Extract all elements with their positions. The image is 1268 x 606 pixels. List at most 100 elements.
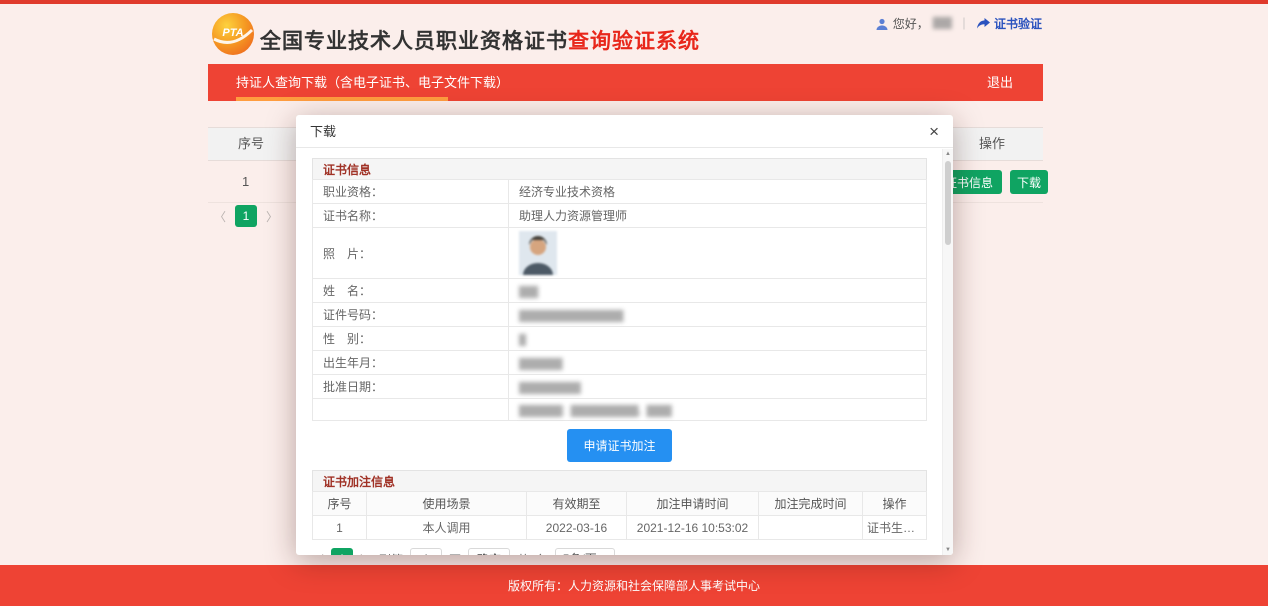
download-modal: 下载 × 证书信息 职业资格： 经济专业技术资格 证书名称： 助理人力资源管理师 [296,115,953,555]
table-row: 证件号码： █████████████████ [313,303,927,327]
table-row: 职业资格： 经济专业技术资格 [313,180,927,204]
pta-logo-icon: PTA [211,12,255,56]
redacted-value: █ [519,335,525,346]
top-accent-bar [0,0,1268,4]
column-complete-time: 加注完成时间 [759,492,863,516]
scroll-up-icon[interactable]: ▲ [943,151,953,157]
logout-button[interactable]: 退出 [987,64,1013,101]
apply-button-row: 申请证书加注 [312,429,927,462]
cell-valid-until: 2022-03-16 [527,516,627,540]
scroll-down-icon[interactable]: ▼ [943,547,953,553]
nav-bar: 持证人查询下载（含电子证书、电子文件下载） 退出 [208,64,1043,101]
page-size-value: 5条/页 [563,552,597,555]
table-row: 出生年月： ███████ [313,351,927,375]
field-label: 姓 名： [313,279,509,303]
cell-complete-time [759,516,863,540]
total-count: 共1条 [517,551,548,556]
cell-scene: 本人调用 [367,516,527,540]
redacted-value: ███ [519,287,537,298]
jump-unit: 页 [449,551,461,556]
page: PTA 全国专业技术人员职业资格证书查询验证系统 您好， ███ ｜ 证书验证 … [0,0,1268,606]
chevron-down-icon: ▾ [605,549,610,555]
cert-generating-link[interactable]: 证书生成中… [863,516,927,540]
modal-body: 证书信息 职业资格： 经济专业技术资格 证书名称： 助理人力资源管理师 照 片： [296,148,943,555]
field-label: 职业资格： [313,180,509,204]
tab-holder-query-download[interactable]: 持证人查询下载（含电子证书、电子文件下载） [236,64,509,101]
column-action: 操作 [979,128,1005,160]
greeting-text: 您好， [893,15,929,32]
modal-title: 下载 [310,124,336,139]
table-row: 姓 名： ███ [313,279,927,303]
redacted-value: ██████████ [519,383,580,394]
field-value: █████████████████ [509,303,927,327]
field-value: ███████：███████████，████ [509,399,927,421]
active-tab-underline [236,97,448,101]
redacted-value: ███████ [519,359,562,370]
user-bar: 您好， ███ ｜ 证书验证 [875,15,1042,32]
prev-page-button[interactable]: 〈 [214,208,226,225]
column-valid-until: 有效期至 [527,492,627,516]
page-title: 全国专业技术人员职业资格证书查询验证系统 [260,25,700,55]
table-row: 性 别： █ [313,327,927,351]
field-label: 批准日期： [313,375,509,399]
scrollbar[interactable]: ▲ ▼ [942,149,953,555]
confirm-button[interactable]: 确定 [468,548,510,555]
separator: ｜ [958,15,970,32]
jump-label: 到第 [379,551,403,556]
table-row: ███████：███████████，████ [313,399,927,421]
copyright-text: 版权所有：人力资源和社会保障部人事考试中心 [508,577,760,594]
share-arrow-icon [977,18,990,30]
field-label: 出生年月： [313,351,509,375]
column-seq: 序号 [238,128,264,160]
current-page[interactable]: 1 [331,548,353,555]
table-header-row: 序号 使用场景 有效期至 加注申请时间 加注完成时间 操作 [313,492,927,516]
annotation-table: 序号 使用场景 有效期至 加注申请时间 加注完成时间 操作 1 本人调用 202… [312,491,927,540]
verify-link[interactable]: 证书验证 [994,15,1042,32]
table-row: 照 片： [313,228,927,279]
field-label: 证件号码： [313,303,509,327]
field-value: ███ [509,279,927,303]
scrollbar-thumb[interactable] [945,161,951,245]
field-value: ███████ [509,351,927,375]
logo-text: PTA [222,27,243,39]
column-apply-time: 加注申请时间 [627,492,759,516]
table-row: 1 本人调用 2022-03-16 2021-12-16 10:53:02 证书… [313,516,927,540]
field-label: 照 片： [313,228,509,279]
section-annotation-info: 证书加注信息 [312,470,927,492]
page-title-main: 全国专业技术人员职业资格证书 [260,30,568,53]
current-page[interactable]: 1 [235,205,257,227]
field-value-photo [509,228,927,279]
cert-info-table: 职业资格： 经济专业技术资格 证书名称： 助理人力资源管理师 照 片： [312,179,927,421]
field-label: 证书名称： [313,204,509,228]
field-value: 经济专业技术资格 [509,180,927,204]
page-title-accent: 查询验证系统 [568,30,700,53]
field-value: █ [509,327,927,351]
redacted-value: ███████：███████████，████ [519,406,671,417]
field-label [313,399,509,421]
close-icon[interactable]: × [929,115,939,148]
apply-annotation-button[interactable]: 申请证书加注 [567,429,671,462]
row-seq: 1 [242,161,249,203]
list-pagination: 〈 1 〉 [214,205,278,227]
section-cert-info: 证书信息 [312,158,927,180]
footer: 版权所有：人力资源和社会保障部人事考试中心 [0,565,1268,606]
modal-pagination: 〈 1 〉 到第 页 确定 共1条 5条/页 ▾ [312,548,927,555]
page-size-select[interactable]: 5条/页 ▾ [555,548,615,555]
table-row: 批准日期： ██████████ [313,375,927,399]
redacted-value: █████████████████ [519,311,622,322]
field-value: ██████████ [509,375,927,399]
column-action: 操作 [863,492,927,516]
modal-header: 下载 × [296,115,953,148]
column-scene: 使用场景 [367,492,527,516]
page-jump-input[interactable] [410,548,442,555]
cell-seq: 1 [313,516,367,540]
next-page-button[interactable]: 〉 [360,551,372,556]
certificate-photo [519,231,557,275]
next-page-button[interactable]: 〉 [266,208,278,225]
prev-page-button[interactable]: 〈 [312,551,324,556]
field-value: 助理人力资源管理师 [509,204,927,228]
table-row: 证书名称： 助理人力资源管理师 [313,204,927,228]
download-button[interactable]: 下载 [1010,170,1048,194]
username: ███ [933,18,951,29]
user-icon [875,17,889,31]
